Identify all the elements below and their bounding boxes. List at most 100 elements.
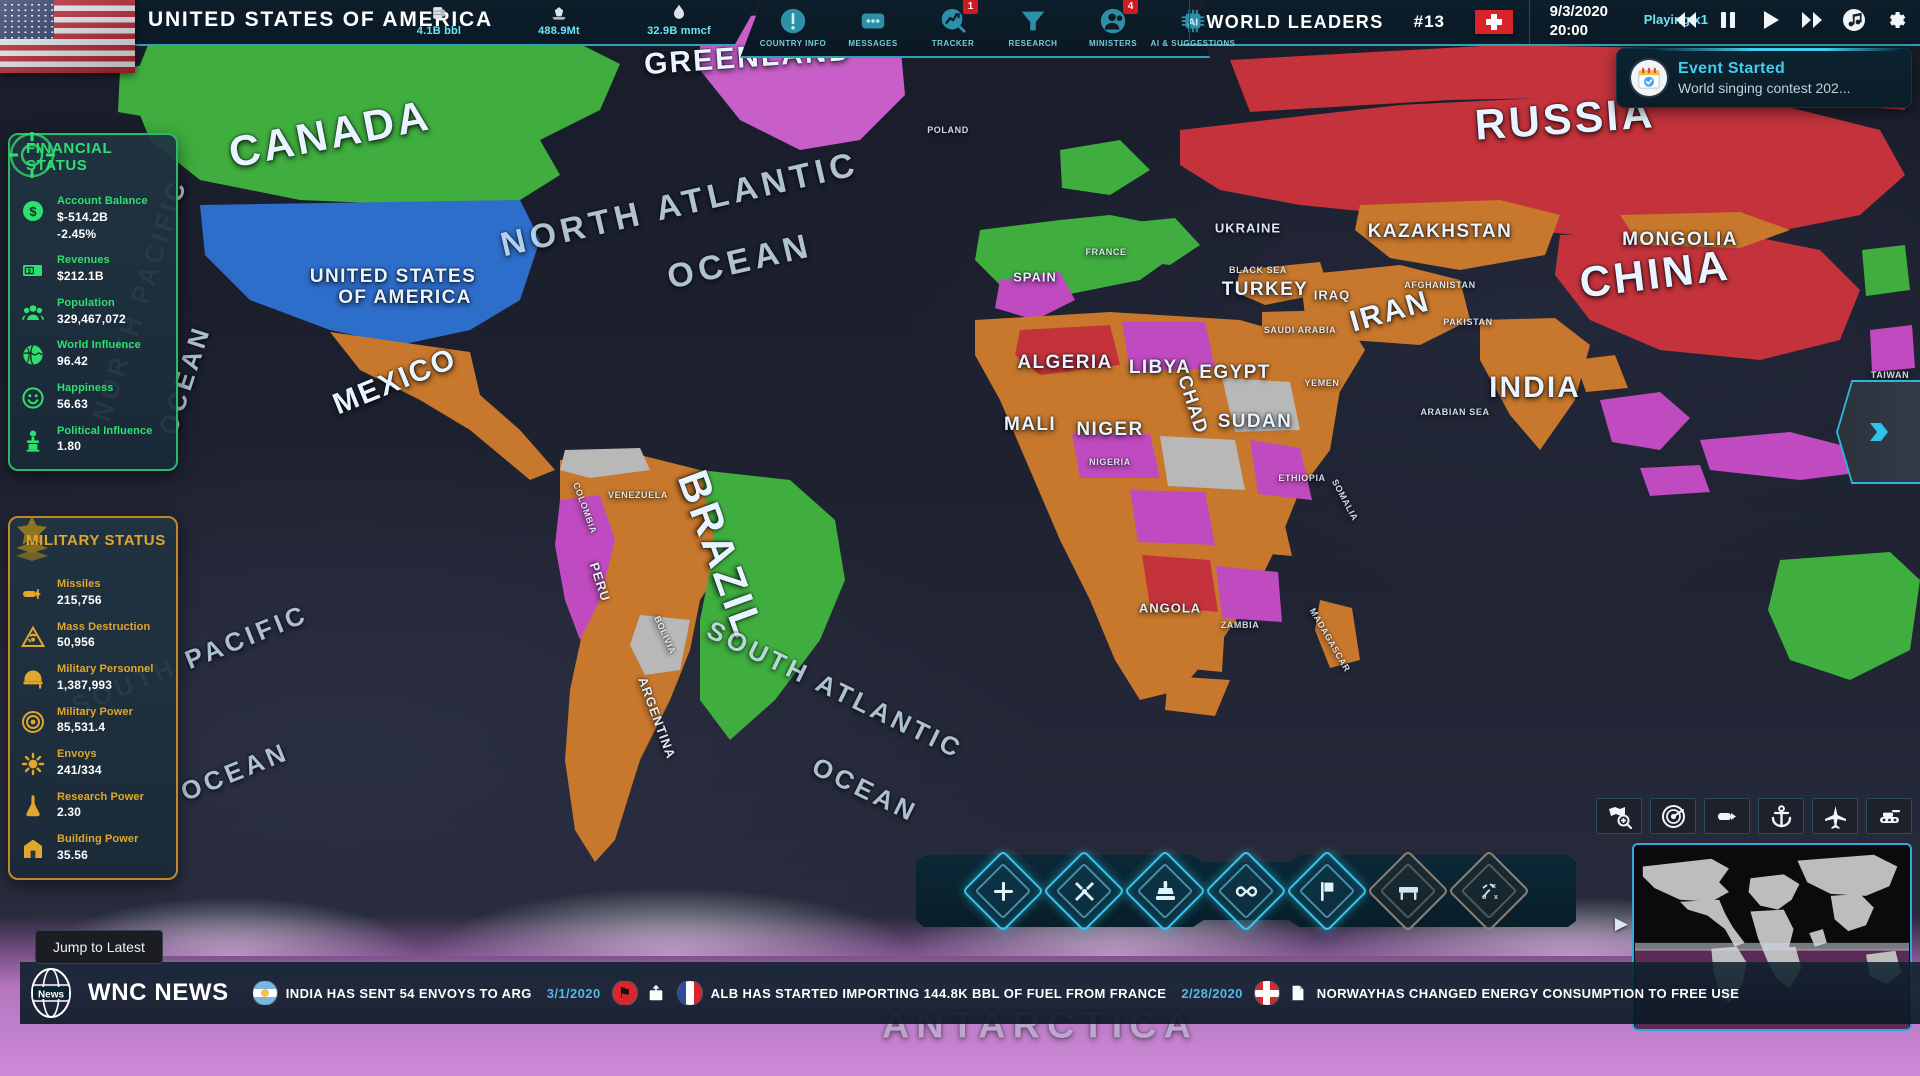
stat-label: Political Influence [57,424,153,437]
globe-influence-icon [20,342,46,368]
world-leaders-group[interactable]: WORLD LEADERS #13 [1189,0,1530,44]
action-claim-button[interactable] [1285,849,1369,933]
stat-value: 56.63 [57,396,89,411]
stat-label: World Influence [57,339,141,352]
stat-military-power: Military Power 85,531.4 [20,706,166,737]
game-screen: GREENLANDCANADARUSSIACHINAUNITED STATESO… [0,0,1920,1076]
game-clock: 9/3/2020 20:00 [1550,3,1608,41]
music-note-icon[interactable] [1840,6,1868,34]
news-item[interactable]: ALB HAS STARTED IMPORTING 144.8K BBL OF … [677,981,1255,1005]
resource-value: 32.9B mmcf [647,25,711,37]
stat-envoys: Envoys 241/334 [20,748,166,779]
news-text: ALB HAS STARTED IMPORTING 144.8K BBL OF … [710,985,1167,1001]
nav-research[interactable]: RESEARCH [1000,1,1066,49]
stat-value: 1,387,993 [57,677,113,692]
stat-value: 2.30 [57,805,82,820]
jump-to-latest-button[interactable]: Jump to Latest [35,930,163,964]
flag-claim-icon [1298,862,1356,920]
radar-icon[interactable] [1650,798,1696,834]
stat-label: Happiness [57,381,114,394]
stat-value: 329,467,072 [57,311,126,326]
minimap-drawer-arrow[interactable]: ▶ [1615,915,1628,932]
nav-badge: 1 [963,0,978,14]
funnel-icon [1016,4,1050,38]
barrier-blockade-icon [1379,862,1437,920]
nav-country-info[interactable]: COUNTRY INFO [760,1,826,49]
action-build-button[interactable] [961,849,1045,933]
financial-status-panel: FINANCIAL STATUS $ Account Balance $-514… [8,132,178,472]
resource-gas[interactable]: 32.9B mmcf [640,2,718,37]
tank-army-icon[interactable] [1866,798,1912,834]
play-icon[interactable] [1756,6,1784,34]
panel-header: FINANCIAL STATUS [9,132,176,179]
action-blockade-button[interactable] [1366,849,1450,933]
resource-value: 4.1B bbl [416,25,462,37]
stat-value: $-514.2B [57,209,108,224]
resource-coal[interactable]: 488.9Mt [520,2,598,37]
chevron-right-panel-icon [1838,382,1920,482]
action-auto-button[interactable] [1204,849,1288,933]
military-stat-list: Missiles 215,756 Mass Destruction 50,956 [10,562,176,878]
action-maintain-button[interactable] [1042,849,1126,933]
pause-icon[interactable] [1714,6,1742,34]
nav-messages[interactable]: MESSAGES [840,1,906,49]
exclamation-circle-icon [776,4,810,38]
news-ticker[interactable]: News WNC NEWS INDIA HAS SENT 54 ENVOYS T… [20,962,1920,1024]
stat-label: Military Power [57,705,133,718]
news-text: NORWAYHAS CHANGED ENERGY CONSUMPTION TO … [1316,985,1740,1001]
news-brand: WNC NEWS [88,979,229,1006]
resource-oil[interactable]: 4.1B bbl [400,2,478,37]
flag-france-icon [677,981,702,1005]
flag-united-states-icon[interactable] [0,0,135,73]
event-notification-toast[interactable]: Event Started World singing contest 202.… [1616,48,1912,108]
stat-label: Military Personnel [57,663,154,676]
news-item[interactable]: INDIA HAS SENT 54 ENVOYS TO ARG 3/1/2020 [252,981,613,1005]
svg-text:x: x [1492,883,1496,890]
stat-research-power: Research Power 2.30 [20,791,166,822]
resource-value: 488.9Mt [538,25,580,37]
population-icon [20,300,46,326]
building-icon [20,836,46,862]
stamp-policy-icon [1136,862,1194,920]
news-item[interactable]: NORWAYHAS CHANGED ENERGY CONSUMPTION TO … [1254,981,1752,1005]
stat-mass-destruction: Mass Destruction 50,956 [20,621,166,652]
podium-politics-icon [20,428,46,454]
stat-label: Account Balance [57,195,148,207]
fast-forward-icon[interactable] [1798,6,1826,34]
gas-flame-icon [668,2,690,24]
stat-population: Population 329,467,072 [20,297,166,328]
action-bar: xox [916,849,1576,933]
stat-value: 50,956 [57,635,95,650]
map-zoom-icon[interactable] [1596,798,1642,834]
nav-tracker[interactable]: 1 TRACKER [920,0,986,49]
airplane-airforce-icon[interactable] [1812,798,1858,834]
tools-wrench-icon [1055,862,1113,920]
world-leaders-rank: #13 [1413,12,1445,31]
action-strategy-button[interactable]: xox [1447,849,1531,933]
stat-political-influence: Political Influence 1.80 [20,425,166,456]
hex-panel-expander[interactable] [1836,380,1920,484]
flag-switzerland-icon [1475,10,1513,34]
stat-building-power: Building Power 35.56 [20,833,166,864]
toast-body: World singing contest 202... [1678,80,1851,96]
stat-value: 96.42 [57,354,89,369]
oil-barrel-icon [428,2,450,24]
rewind-icon[interactable] [1672,6,1700,34]
stat-value: 1.80 [57,439,82,454]
svg-text:$: $ [28,268,32,275]
anchor-navy-icon[interactable] [1758,798,1804,834]
action-policy-button[interactable] [1123,849,1207,933]
missile-silo-icon[interactable] [1704,798,1750,834]
nav-ministers[interactable]: 4 MINISTERS [1080,0,1146,49]
stat-account-balance: $ Account Balance $-514.2B -2.45% [20,195,166,242]
export-trade-icon [646,983,666,1003]
stat-value: $212.1B [57,269,104,284]
main-nav: COUNTRY INFO MESSAGES 1 TRACKER RESEARCH… [760,0,1235,49]
stat-label: Missiles [57,578,101,590]
envoy-icon [20,751,46,777]
news-item[interactable] [612,981,678,1005]
target-icon [20,709,46,735]
stat-military-personnel: Military Personnel 1,387,993 [20,663,166,694]
military-status-panel: MILITARY STATUS Missiles 215,756 Mass De… [8,516,178,880]
gear-icon[interactable] [1882,6,1910,34]
